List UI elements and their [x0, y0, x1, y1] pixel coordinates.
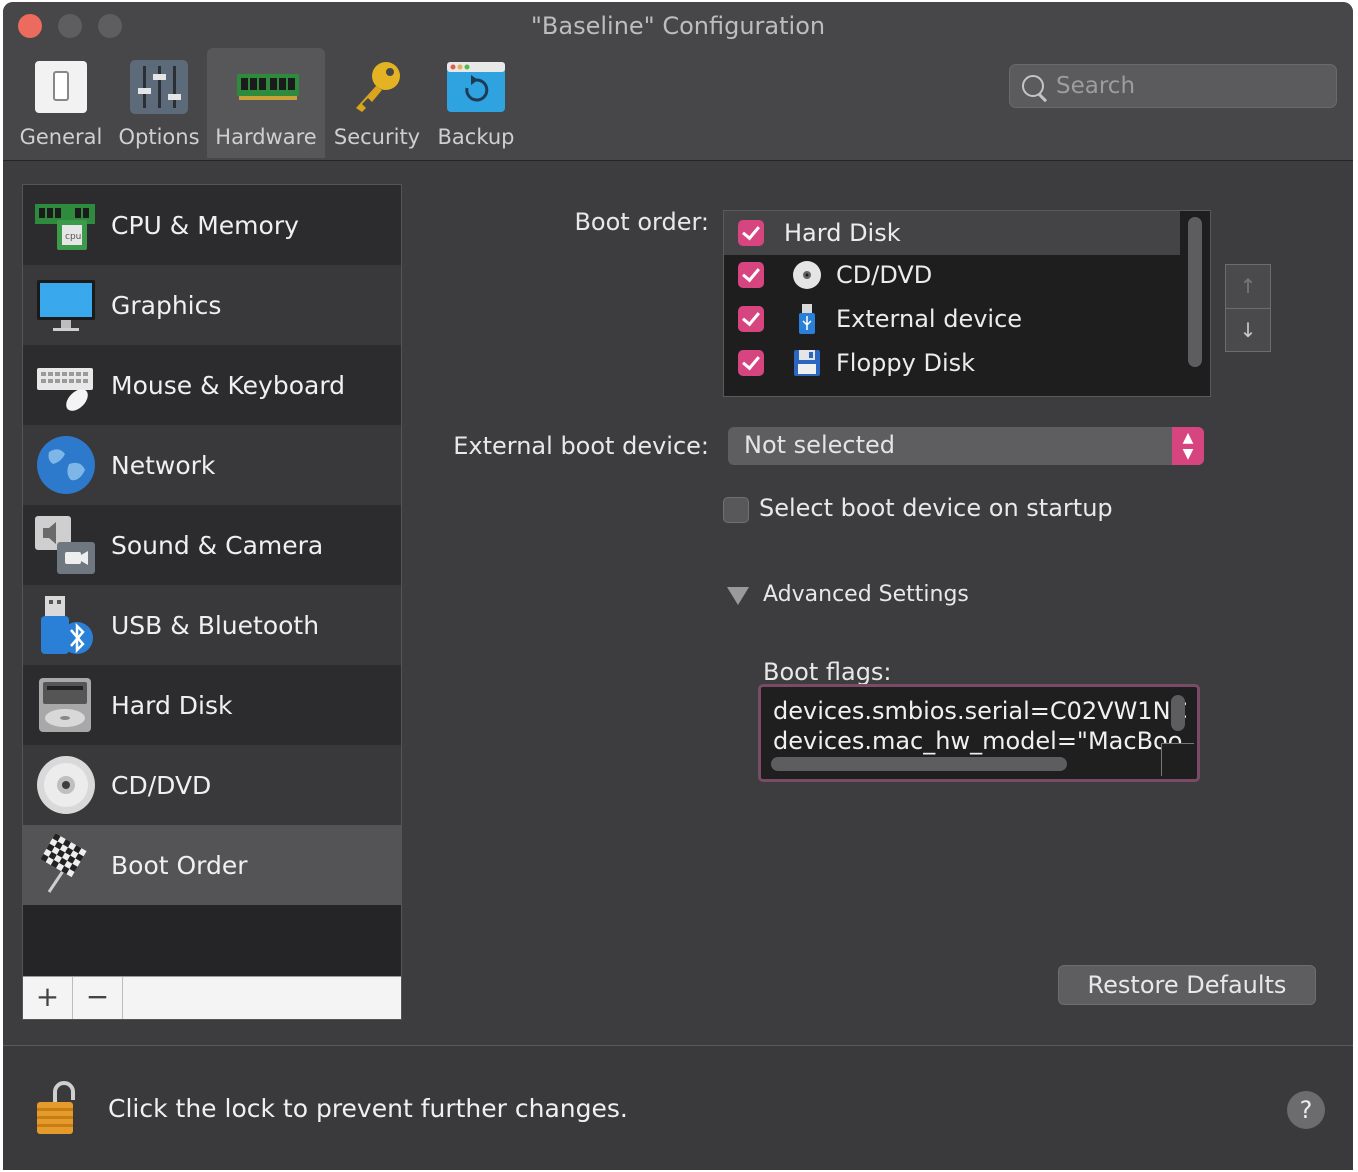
scroll-corner	[1161, 743, 1194, 776]
boot-list-scrollbar[interactable]	[1188, 217, 1202, 367]
boot-flags-field[interactable]: devices.smbios.serial=C02VW1NC devices.m…	[758, 684, 1200, 782]
usb-bluetooth-icon	[35, 594, 97, 656]
sidebar-item-cd-dvd[interactable]: CD/DVD	[23, 745, 401, 825]
sidebar-item-cpu-memory[interactable]: cpu CPU & Memory	[23, 185, 401, 265]
boot-device-label: External device	[836, 305, 1023, 333]
boot-device-label: Floppy Disk	[836, 349, 976, 377]
boot-flags-label: Boot flags:	[763, 658, 892, 686]
advanced-settings-toggle[interactable]: Advanced Settings	[763, 582, 969, 607]
sidebar-item-label: CD/DVD	[111, 770, 212, 800]
disclosure-triangle-icon[interactable]	[727, 587, 749, 605]
sidebar-item-network[interactable]: Network	[23, 425, 401, 505]
search-field[interactable]: Search	[1009, 64, 1337, 108]
external-boot-label: External boot device:	[453, 432, 709, 460]
tab-backup[interactable]: Backup	[429, 48, 523, 158]
tab-options[interactable]: Options	[111, 48, 207, 158]
boot-device-checkbox[interactable]	[738, 262, 764, 288]
add-device-button[interactable]: +	[23, 977, 73, 1019]
backup-icon	[447, 58, 505, 116]
boot-order-list[interactable]: Hard Disk CD/DVD External device Floppy …	[723, 210, 1211, 397]
boot-order-label: Boot order:	[574, 208, 709, 236]
updown-chevron-icon: ▲ ▼	[1172, 427, 1204, 465]
keyboard-mouse-icon	[35, 354, 97, 416]
sidebar-item-label: Network	[111, 450, 216, 480]
external-boot-select[interactable]: Not selected ▲ ▼	[728, 427, 1204, 465]
select-on-startup-checkbox[interactable]	[723, 497, 749, 523]
search-icon	[1022, 75, 1044, 97]
move-up-button[interactable]: ↑	[1226, 265, 1270, 309]
tab-security[interactable]: Security	[325, 48, 429, 158]
remove-device-button[interactable]: −	[73, 977, 123, 1019]
sidebar-item-mouse-keyboard[interactable]: Mouse & Keyboard	[23, 345, 401, 425]
sidebar-item-label: Mouse & Keyboard	[111, 370, 346, 400]
sidebar-item-label: Boot Order	[111, 850, 248, 880]
tab-label: Options	[118, 125, 200, 149]
sidebar-item-usb-bluetooth[interactable]: USB & Bluetooth	[23, 585, 401, 665]
checkered-flag-icon	[35, 833, 97, 896]
boot-device-checkbox[interactable]	[738, 350, 764, 376]
sidebar-controls: + −	[23, 976, 401, 1019]
tab-label: General	[19, 125, 103, 149]
cpu-memory-icon: cpu	[35, 194, 97, 256]
boot-device-checkbox[interactable]	[738, 306, 764, 332]
globe-icon	[35, 434, 97, 496]
window-title: "Baseline" Configuration	[530, 12, 826, 40]
select-on-startup-label[interactable]: Select boot device on startup	[759, 494, 1113, 522]
boot-device-row[interactable]: CD/DVD	[724, 253, 1180, 297]
floppy-icon	[792, 348, 822, 378]
sidebar-item-label: Hard Disk	[111, 690, 233, 720]
boot-flags-vscrollbar[interactable]	[1171, 695, 1185, 731]
boot-flags-line: devices.mac_hw_model="MacBoo	[773, 727, 1183, 755]
monitor-icon	[35, 274, 97, 336]
lock-message: Click the lock to prevent further change…	[108, 1094, 628, 1123]
move-down-button[interactable]: ↓	[1226, 309, 1270, 352]
sidebar-item-label: USB & Bluetooth	[111, 610, 320, 640]
lock-icon[interactable]	[35, 1078, 85, 1138]
help-button[interactable]: ?	[1287, 1091, 1325, 1129]
usb-drive-icon	[792, 304, 822, 334]
tab-label: Backup	[437, 125, 515, 149]
hardware-sidebar: cpu CPU & Memory Graphics Mouse & Keyboa…	[22, 184, 402, 1020]
sidebar-item-label: Graphics	[111, 290, 222, 320]
sidebar-item-sound-camera[interactable]: Sound & Camera	[23, 505, 401, 585]
tab-general[interactable]: General	[11, 48, 111, 158]
external-boot-value: Not selected	[744, 431, 895, 459]
boot-device-label: CD/DVD	[836, 261, 933, 289]
tab-label: Security	[333, 125, 421, 149]
tab-hardware[interactable]: Hardware	[207, 48, 325, 158]
hard-disk-icon	[35, 674, 97, 736]
boot-device-checkbox[interactable]	[738, 220, 764, 246]
boot-device-row[interactable]: Floppy Disk	[724, 341, 1180, 385]
switch-icon	[32, 58, 90, 116]
boot-flags-hscrollbar[interactable]	[771, 757, 1067, 771]
toolbar-tabs: General Options Hardware Security Backup	[11, 48, 523, 158]
sidebar-item-graphics[interactable]: Graphics	[23, 265, 401, 345]
sidebar-item-hard-disk[interactable]: Hard Disk	[23, 665, 401, 745]
boot-device-row[interactable]: External device	[724, 297, 1180, 341]
toolbar: "Baseline" Configuration General Options…	[3, 2, 1353, 161]
search-placeholder: Search	[1056, 73, 1136, 99]
tab-label: Hardware	[215, 125, 317, 149]
speaker-camera-icon	[35, 514, 97, 576]
cd-dvd-icon	[35, 754, 97, 816]
boot-flags-line: devices.smbios.serial=C02VW1NC	[773, 697, 1188, 725]
key-icon	[348, 58, 406, 116]
sidebar-item-label: Sound & Camera	[111, 530, 324, 560]
boot-device-label: Hard Disk	[784, 219, 901, 247]
boot-device-row[interactable]: Hard Disk	[724, 211, 1180, 255]
sliders-icon	[130, 58, 188, 116]
sidebar-item-boot-order[interactable]: Boot Order	[23, 825, 401, 905]
reorder-buttons: ↑ ↓	[1225, 264, 1271, 352]
memory-chip-icon	[237, 58, 299, 116]
disc-icon	[792, 260, 822, 290]
restore-defaults-button[interactable]: Restore Defaults	[1058, 965, 1316, 1005]
settings-window: "Baseline" Configuration General Options…	[3, 2, 1353, 1170]
sidebar-item-label: CPU & Memory	[111, 210, 299, 240]
svg-text:cpu: cpu	[65, 232, 81, 242]
